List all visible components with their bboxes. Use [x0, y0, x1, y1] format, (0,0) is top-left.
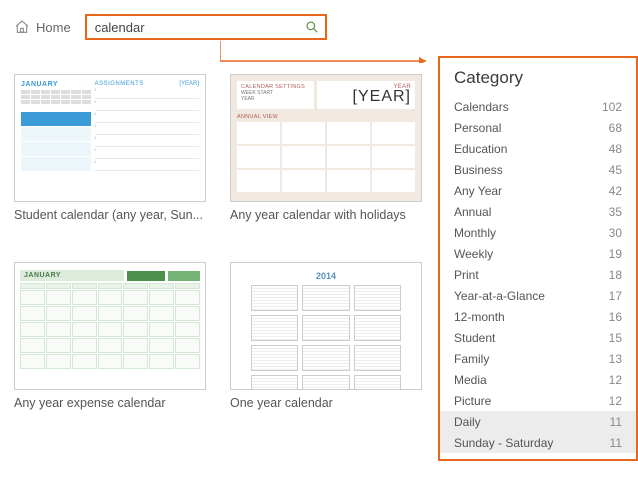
category-item-label: Monthly [454, 226, 496, 240]
thumb-month-label: JANUARY [21, 81, 91, 88]
category-item-count: 102 [602, 100, 622, 114]
category-item[interactable]: Education 48 [440, 138, 636, 159]
category-item-label: Calendars [454, 100, 509, 114]
home-icon [14, 19, 30, 35]
category-item-label: Family [454, 352, 489, 366]
category-panel: Category Calendars 102 Personal 68 Education… [438, 56, 638, 461]
category-item-count: 11 [610, 415, 622, 429]
template-tile: 2014 One year calendar [230, 262, 422, 410]
category-item[interactable]: Student 15 [440, 327, 636, 348]
category-item[interactable]: 12-month 16 [440, 306, 636, 327]
thumb-month-label: JANUARY [20, 270, 124, 281]
category-item-label: Daily [454, 415, 481, 429]
category-item[interactable]: Personal 68 [440, 117, 636, 138]
search-box [85, 14, 327, 40]
category-item-count: 11 [610, 436, 622, 450]
category-item[interactable]: Media 12 [440, 369, 636, 390]
category-item-count: 68 [609, 121, 622, 135]
category-item-label: Education [454, 142, 507, 156]
thumb-annual-label: ANNUAL VIEW [237, 114, 415, 120]
category-item-label: Print [454, 268, 479, 282]
template-tile: CALENDAR SETTINGS WEEK START YEAR YEAR [… [230, 74, 422, 222]
category-item-label: Student [454, 331, 495, 345]
category-item[interactable]: Weekly 19 [440, 243, 636, 264]
thumb-yr-label: YEAR [241, 96, 310, 102]
thumb-year-label: 2014 [251, 271, 401, 281]
category-item[interactable]: Sunday - Saturday 11 [440, 432, 636, 453]
category-title: Category [440, 68, 636, 96]
category-item[interactable]: Print 18 [440, 264, 636, 285]
category-item[interactable]: Any Year 42 [440, 180, 636, 201]
category-item-count: 42 [609, 184, 622, 198]
category-item-count: 35 [609, 205, 622, 219]
category-item[interactable]: Monthly 30 [440, 222, 636, 243]
template-tile: JANUARY [YEAR] ASSIGNMENTS Student calen… [14, 74, 206, 222]
template-thumbnail-student-calendar[interactable]: JANUARY [YEAR] ASSIGNMENTS [14, 74, 206, 202]
category-item-label: Annual [454, 205, 491, 219]
template-tile: JANUARY Any year expense calendar [14, 262, 206, 410]
category-item-label: Any Year [454, 184, 502, 198]
template-caption: One year calendar [230, 396, 422, 410]
category-item-label: Weekly [454, 247, 493, 261]
template-caption: Any year calendar with holidays [230, 208, 422, 222]
template-caption: Student calendar (any year, Sun... [14, 208, 206, 222]
category-item-count: 18 [609, 268, 622, 282]
category-item-count: 48 [609, 142, 622, 156]
category-item-label: Sunday - Saturday [454, 436, 553, 450]
category-item-count: 45 [609, 163, 622, 177]
category-item[interactable]: Year-at-a-Glance 17 [440, 285, 636, 306]
category-item-count: 30 [609, 226, 622, 240]
category-list: Calendars 102 Personal 68 Education 48 Busines… [440, 96, 636, 453]
category-item-count: 19 [609, 247, 622, 261]
category-item[interactable]: Family 13 [440, 348, 636, 369]
template-caption: Any year expense calendar [14, 396, 206, 410]
category-item[interactable]: Picture 12 [440, 390, 636, 411]
category-item-count: 13 [609, 352, 622, 366]
template-thumbnail-expense-calendar[interactable]: JANUARY [14, 262, 206, 390]
category-item-count: 16 [609, 310, 622, 324]
category-item-label: Media [454, 373, 487, 387]
category-item-label: Business [454, 163, 503, 177]
category-item-count: 12 [609, 394, 622, 408]
category-item[interactable]: Daily 11 [440, 411, 636, 432]
search-input[interactable] [87, 20, 299, 35]
thumb-year-big: [YEAR] [321, 88, 411, 106]
template-results: JANUARY [YEAR] ASSIGNMENTS Student calen… [14, 46, 422, 498]
category-item[interactable]: Calendars 102 [440, 96, 636, 117]
category-item[interactable]: Business 45 [440, 159, 636, 180]
template-thumbnail-one-year-calendar[interactable]: 2014 [230, 262, 422, 390]
category-item-label: Picture [454, 394, 491, 408]
category-item-count: 17 [609, 289, 622, 303]
category-item-label: Personal [454, 121, 501, 135]
search-button[interactable] [299, 16, 325, 38]
breadcrumb-home[interactable]: Home [14, 19, 71, 35]
breadcrumb-home-label: Home [36, 20, 71, 35]
thumb-year-label: [YEAR] [179, 81, 199, 87]
category-item-label: Year-at-a-Glance [454, 289, 545, 303]
category-item-count: 15 [609, 331, 622, 345]
category-item-label: 12-month [454, 310, 505, 324]
template-thumbnail-any-year-holidays[interactable]: CALENDAR SETTINGS WEEK START YEAR YEAR [… [230, 74, 422, 202]
category-item[interactable]: Annual 35 [440, 201, 636, 222]
category-item-count: 12 [609, 373, 622, 387]
